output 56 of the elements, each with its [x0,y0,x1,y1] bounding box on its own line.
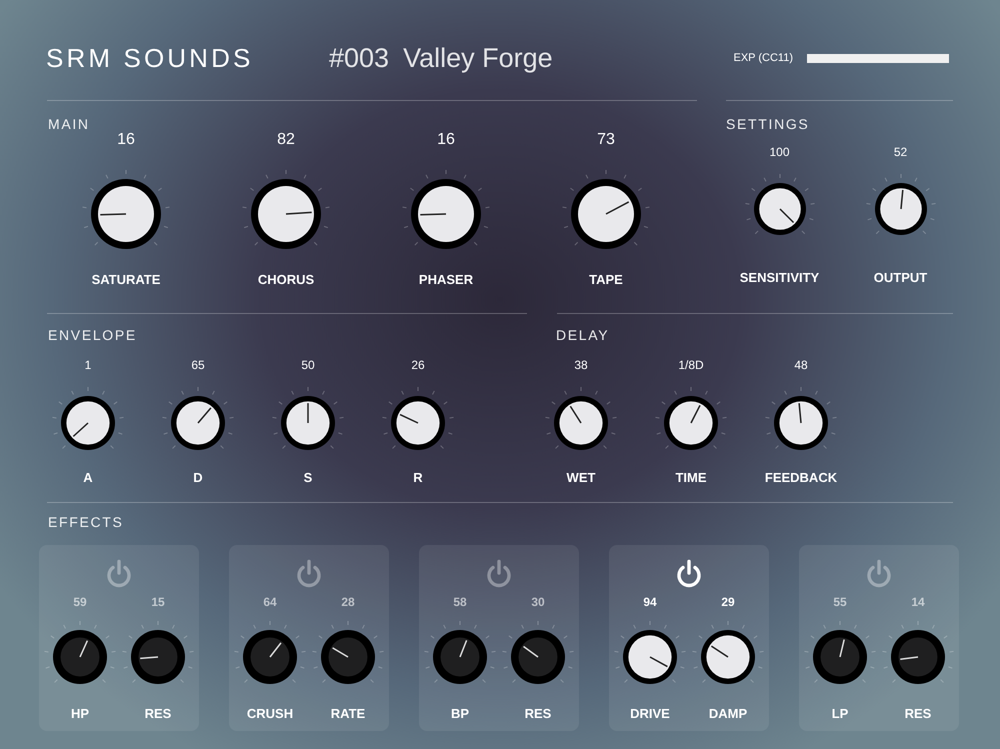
knob-value: 38 [574,358,588,372]
knob-label: S [304,469,312,487]
knob-label: BP [450,705,470,723]
knob-label: TIME [675,469,707,487]
preset-number: #003 [329,42,390,75]
knob-value: 73 [597,131,615,149]
knob-value: 64 [263,595,277,609]
knob-value: 30 [531,595,545,609]
section-title: SETTINGS [726,115,810,133]
knob-value: 28 [341,595,355,609]
knob-label: LP [832,705,848,723]
knob-value: 52 [894,145,908,159]
preset-name: Valley Forge [403,42,553,75]
knob-value: 1 [84,358,92,372]
section-title: EFFECTS [48,513,125,531]
section-title: DELAY [556,326,610,344]
knob-label: D [193,469,203,487]
knob-value: 16 [117,131,135,149]
knob-label: DAMP [708,705,748,723]
knob-label: FEEDBACK [764,469,838,487]
knob-value: 94 [643,595,657,609]
knob-label: RATE [330,705,366,723]
knob-label: TAPE [589,271,623,289]
knob-label: CHORUS [258,271,314,289]
knob-label: HP [70,705,90,723]
brand-logo: SRM SOUNDS [46,42,254,74]
knob-value: 100 [769,145,790,159]
knob-value: 29 [721,595,735,609]
knob-label: DRIVE [630,705,670,723]
knob-value: 1/8D [678,358,704,372]
knob-label: CRUSH [246,705,294,723]
knob-value: 26 [411,358,425,372]
knob-label: SENSITIVITY [740,269,820,287]
section-title: ENVELOPE [48,326,138,344]
knob-value: 58 [453,595,467,609]
knob-value: 82 [277,131,295,149]
knob-label: WET [566,469,596,487]
knob-label: RES [524,705,552,723]
knob-label: OUTPUT [874,269,928,287]
knob-value: 55 [833,595,847,609]
section-title: MAIN [48,115,91,133]
knob-value: 59 [73,595,87,609]
power-icon[interactable] [675,559,703,589]
knob-value: 48 [794,358,808,372]
knob-value: 14 [911,595,925,609]
knob-label: RES [904,705,932,723]
expression-label: EXP (CC11) [733,50,793,66]
knob-label: A [83,469,93,487]
knob-value: 65 [191,358,205,372]
knob-label: R [413,469,423,487]
knob-value: 15 [151,595,165,609]
knob-value: 16 [437,131,455,149]
knob-label: RES [144,705,172,723]
knob-value: 50 [301,358,315,372]
knob-label: SATURATE [92,271,160,289]
knob-label: PHASER [418,271,474,289]
